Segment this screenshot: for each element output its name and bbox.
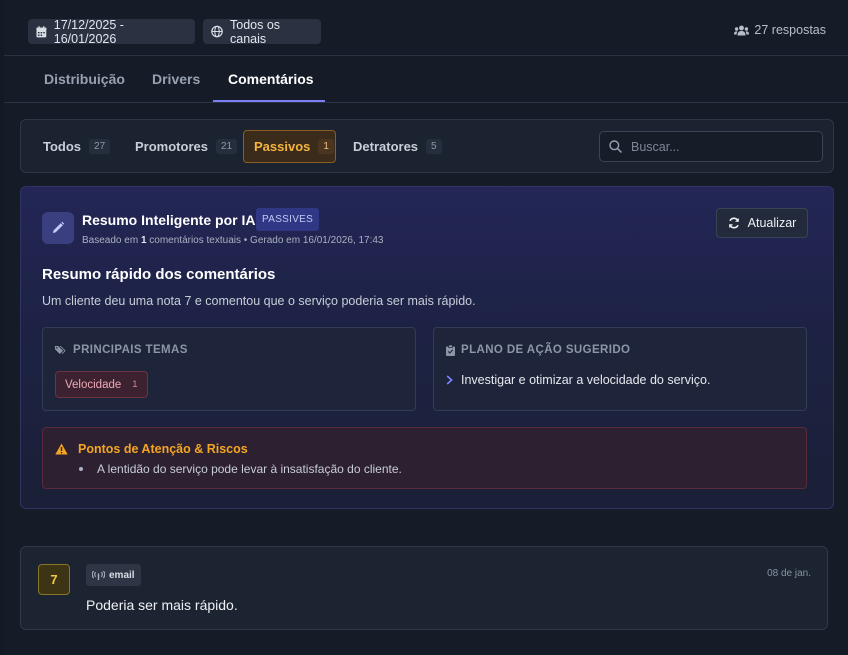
comment-card: 7 email 08 de jan. Poderia ser mais rápi… xyxy=(20,546,828,630)
filter-passivos-label: Passivos xyxy=(254,139,311,154)
risk-item: A lentidão do serviço pode levar à insat… xyxy=(79,462,402,476)
tags-icon xyxy=(55,346,66,354)
theme-tag-label: Velocidade xyxy=(65,378,122,391)
search-input[interactable] xyxy=(631,139,811,154)
source-badge: email xyxy=(86,564,141,586)
top-bar: 17/12/2025 - 16/01/2026 Todos os canais … xyxy=(4,0,848,56)
refresh-button-label: Atualizar xyxy=(747,216,797,230)
broadcast-icon xyxy=(92,570,105,580)
warning-icon xyxy=(55,443,68,455)
meta-prefix: Baseado em xyxy=(82,235,141,246)
calendar-icon xyxy=(36,25,47,37)
active-tab-indicator xyxy=(213,100,325,102)
action-plan-panel: PLANO DE AÇÃO SUGERIDO Investigar e otim… xyxy=(433,327,807,411)
risks-label: Pontos de Atenção & Riscos xyxy=(78,442,248,456)
filter-promotores-label: Promotores xyxy=(135,139,208,154)
filter-promotores-count: 21 xyxy=(215,139,238,154)
clipboard-icon xyxy=(446,344,455,356)
date-range-label: 17/12/2025 - 16/01/2026 xyxy=(53,17,124,46)
summary-text: Um cliente deu uma nota 7 e comentou que… xyxy=(42,294,476,308)
pencil-icon xyxy=(53,221,65,233)
tab-distribuicao[interactable]: Distribuição xyxy=(44,56,125,102)
bullet-icon xyxy=(79,467,83,471)
search-box[interactable] xyxy=(599,131,823,162)
filter-todos-count: 27 xyxy=(89,139,111,154)
refresh-icon xyxy=(728,217,739,229)
ai-summary-meta: Baseado em 1 comentários textuais • Gera… xyxy=(82,235,383,246)
users-icon xyxy=(734,25,750,35)
theme-tag-count: 1 xyxy=(132,379,138,390)
risk-item-text: A lentidão do serviço pode levar à insat… xyxy=(97,462,402,476)
filter-detratores-label: Detratores xyxy=(353,139,419,154)
nps-comments-view: 17/12/2025 - 16/01/2026 Todos os canais … xyxy=(4,0,848,655)
theme-tag[interactable]: Velocidade 1 xyxy=(55,371,148,398)
responses-count-label: 27 respostas xyxy=(754,23,826,37)
segment-filter-bar: Todos 27 Promotores 21 Passivos 1 Detrat… xyxy=(20,119,834,173)
source-label: email xyxy=(109,569,135,581)
filter-detratores[interactable]: Detratores 5 xyxy=(343,130,452,163)
risks-panel: Pontos de Atenção & Riscos A lentidão do… xyxy=(42,427,807,489)
action-plan-item-text: Investigar e otimizar a velocidade do se… xyxy=(461,373,711,387)
filter-passivos-count: 1 xyxy=(318,139,334,154)
action-plan-item: Investigar e otimizar a velocidade do se… xyxy=(446,373,710,387)
filter-passivos[interactable]: Passivos 1 xyxy=(243,130,336,163)
main-themes-label: PRINCIPAIS TEMAS xyxy=(73,344,188,356)
responses-count: 27 respostas xyxy=(734,23,826,37)
channel-filter[interactable]: Todos os canais xyxy=(203,17,321,46)
comment-text: Poderia ser mais rápido. xyxy=(86,597,238,613)
view-tabs: Distribuição Drivers Comentários xyxy=(4,56,848,103)
ai-summary-title: Resumo Inteligente por IA xyxy=(82,212,256,228)
ai-summary-card: Resumo Inteligente por IA PASSIVES Basea… xyxy=(20,186,834,509)
filter-promotores[interactable]: Promotores 21 xyxy=(125,130,247,163)
chevron-right-icon xyxy=(446,375,453,385)
action-plan-header: PLANO DE AÇÃO SUGERIDO xyxy=(446,344,630,356)
tab-comentarios[interactable]: Comentários xyxy=(228,56,314,102)
segment-badge: PASSIVES xyxy=(256,208,320,231)
ai-summary-badge-icon xyxy=(42,212,74,244)
search-icon xyxy=(609,140,622,153)
tab-drivers[interactable]: Drivers xyxy=(152,56,200,102)
filter-todos[interactable]: Todos 27 xyxy=(33,130,120,163)
filter-todos-label: Todos xyxy=(43,139,82,154)
action-plan-label: PLANO DE AÇÃO SUGERIDO xyxy=(461,344,631,356)
refresh-button[interactable]: Atualizar xyxy=(716,208,808,238)
summary-heading: Resumo rápido dos comentários xyxy=(42,266,276,283)
risks-header: Pontos de Atenção & Riscos xyxy=(55,442,248,456)
globe-icon xyxy=(211,25,223,38)
main-themes-header: PRINCIPAIS TEMAS xyxy=(55,344,188,356)
score-badge: 7 xyxy=(38,564,70,595)
comment-date: 08 de jan. xyxy=(767,568,811,579)
date-range-filter[interactable]: 17/12/2025 - 16/01/2026 xyxy=(28,17,195,46)
channel-filter-label: Todos os canais xyxy=(230,17,281,46)
main-themes-panel: PRINCIPAIS TEMAS Velocidade 1 xyxy=(42,327,416,411)
filter-detratores-count: 5 xyxy=(426,139,442,154)
meta-suffix: comentários textuais • Gerado em 16/01/2… xyxy=(146,235,384,246)
